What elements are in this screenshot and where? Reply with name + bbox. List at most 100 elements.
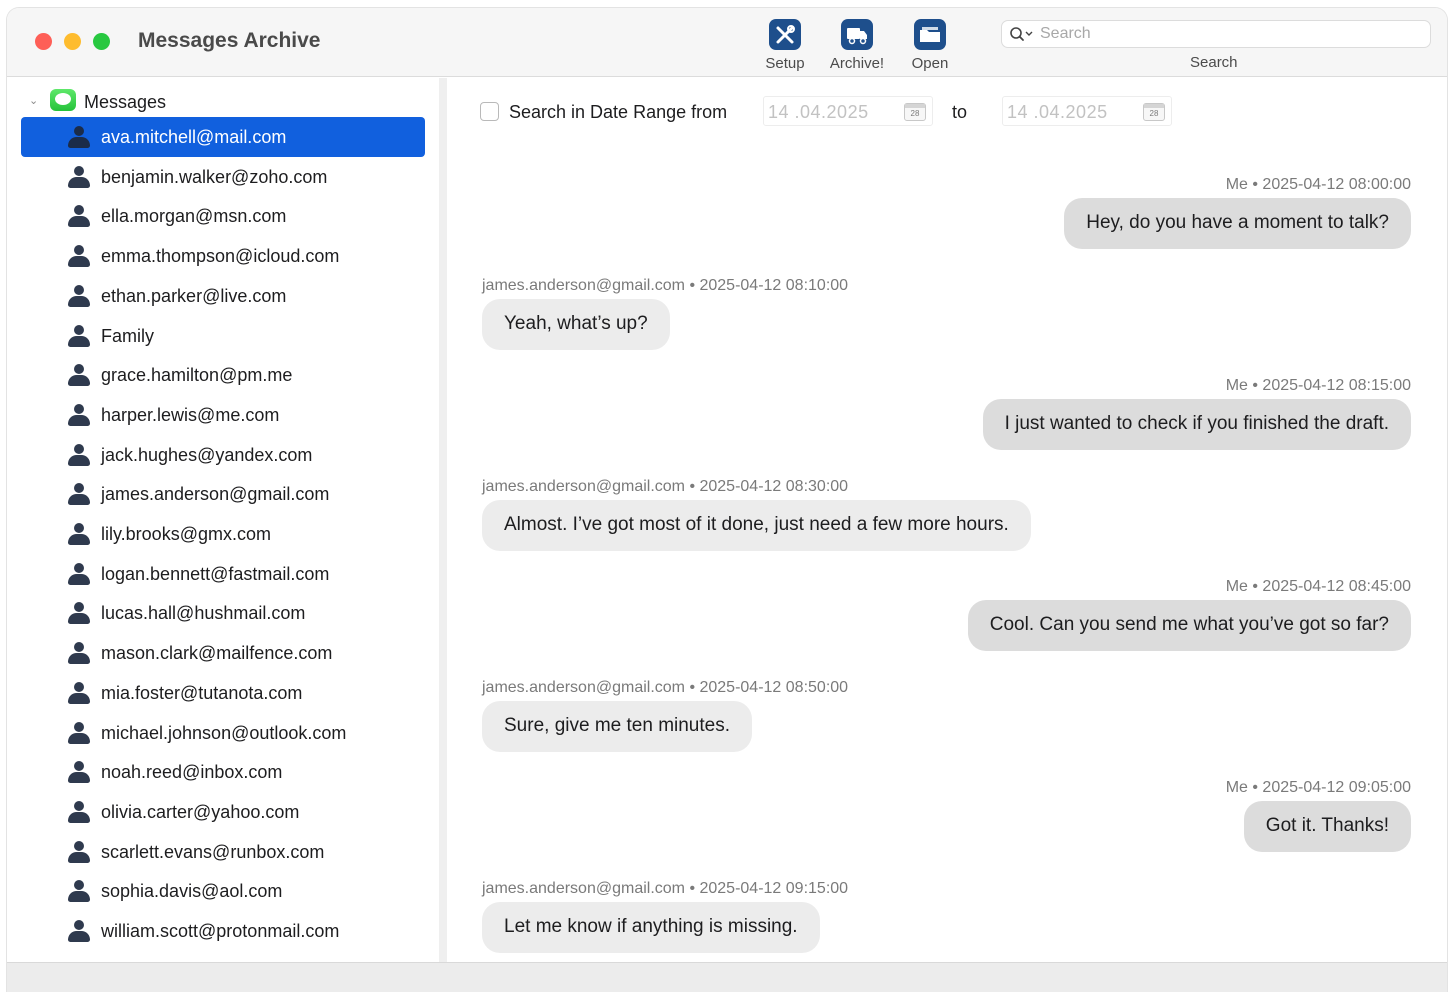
contact-label: ethan.parker@live.com [101,285,287,306]
contact-label: scarlett.evans@runbox.com [101,841,325,862]
sidebar-contact[interactable]: noah.reed@inbox.com [21,752,425,792]
open-button[interactable]: Open [905,19,955,72]
message-row: Me • 2025-04-12 08:00:00 Hey, do you have… [447,158,1447,258]
to-date-input[interactable] [1007,101,1137,123]
message-row: james.anderson@gmail.com • 2025-04-12 08… [447,661,1447,761]
search-input[interactable] [1040,23,1420,45]
message-meta: james.anderson@gmail.com • 2025-04-12 08… [482,678,849,696]
message-bubble[interactable]: Yeah, what’s up? [482,298,670,350]
contact-label: mia.foster@tutanota.com [101,682,303,703]
sidebar-contact[interactable]: benjamin.walker@zoho.com [21,157,425,197]
sidebar-contact[interactable]: james.anderson@gmail.com [21,474,425,514]
contact-label: james.anderson@gmail.com [101,484,330,505]
message-bubble[interactable]: I just wanted to check if you finished t… [982,399,1411,450]
person-icon [67,920,91,944]
sidebar-contact[interactable]: ethan.parker@live.com [21,276,425,316]
message-meta: Me • 2025-04-12 08:00:00 [1225,176,1411,193]
contact-label: lucas.hall@hushmail.com [101,603,306,624]
sidebar-contact[interactable]: grace.hamilton@pm.me [21,355,425,395]
message-bubble[interactable]: Hey, do you have a moment to talk? [1064,198,1411,249]
person-icon [67,523,91,547]
message-row: Me • 2025-04-12 09:05:00 Got it. Thanks! [447,761,1447,861]
sidebar-contact[interactable]: michael.johnson@outlook.com [21,713,425,753]
sidebar-contact[interactable]: jack.hughes@yandex.com [21,435,425,475]
person-icon [67,443,91,468]
person-icon [67,681,91,706]
setup-label: Setup [765,55,805,72]
status-bar [7,962,1447,992]
sidebar-contact[interactable]: emma.thompson@icloud.com [21,236,425,276]
search-field[interactable] [1001,20,1431,48]
to-date-field[interactable]: 28 [1002,96,1172,126]
message-row: Me • 2025-04-12 08:15:00 I just wanted to… [447,359,1447,459]
sidebar-contact[interactable]: mason.clark@mailfence.com [21,633,425,673]
maximize-window-button[interactable] [93,33,110,50]
sidebar-contact[interactable]: logan.bennett@fastmail.com [21,554,425,594]
sidebar-contact[interactable]: mia.foster@tutanota.com [21,673,425,713]
from-date-input[interactable] [768,101,898,123]
setup-button[interactable]: Setup [759,19,811,72]
sidebar-contact[interactable]: lily.brooks@gmx.com [21,514,425,554]
sidebar-contact[interactable]: harper.lewis@me.com [21,395,425,435]
contact-label: olivia.carter@yahoo.com [101,801,300,822]
person-icon [67,642,91,666]
message-row: james.anderson@gmail.com • 2025-04-12 08… [447,460,1447,560]
person-icon [67,602,91,626]
truck-icon [841,19,873,50]
person-icon [67,364,91,388]
contact-label: logan.bennett@fastmail.com [101,563,330,584]
search-caption: Search [1190,54,1238,71]
sidebar-contact[interactable]: lucas.hall@hushmail.com [21,593,425,633]
sidebar-contact[interactable]: sophia.davis@aol.com [21,871,425,911]
sidebar-contact[interactable]: scarlett.evans@runbox.com [21,832,425,872]
person-icon [67,284,91,309]
message-bubble[interactable]: Almost. I’ve got most of it done, just n… [482,499,1031,551]
calendar-icon[interactable]: 28 [904,103,926,121]
message-row: james.anderson@gmail.com • 2025-04-12 08… [447,259,1447,359]
contact-label: grace.hamilton@pm.me [101,365,293,386]
contact-label: harper.lewis@me.com [101,404,280,425]
calendar-icon[interactable]: 28 [1143,103,1165,121]
sidebar-group-messages[interactable]: ⌄ Messages [7,86,439,116]
title-bar: Messages Archive Setup Archive! Open Sea… [7,8,1447,77]
archive-button[interactable]: Archive! [824,19,890,72]
contact-label: ella.morgan@msn.com [101,206,287,227]
sidebar-contact[interactable]: ella.morgan@msn.com [21,196,425,236]
date-range-checkbox[interactable] [480,102,499,121]
contact-label: william.scott@protonmail.com [101,921,340,941]
split-view-divider[interactable] [439,78,447,962]
chevron-down-icon[interactable]: ⌄ [29,94,38,107]
folder-icon [914,19,946,50]
message-meta: Me • 2025-04-12 08:15:00 [1225,377,1411,394]
person-icon [67,721,91,746]
contact-label: sophia.davis@aol.com [101,881,283,902]
message-bubble[interactable]: Let me know if anything is missing. [482,901,820,953]
close-window-button[interactable] [35,33,52,50]
message-bubble[interactable]: Cool. Can you send me what you’ve got so… [967,600,1411,651]
message-row: Me • 2025-04-12 08:45:00 Cool. Can you se… [447,560,1447,660]
person-icon [67,800,91,825]
from-date-field[interactable]: 28 [763,96,933,126]
contact-label: benjamin.walker@zoho.com [101,166,328,187]
minimize-window-button[interactable] [64,33,81,50]
contact-label: ava.mitchell@mail.com [101,127,287,147]
sidebar-contact[interactable]: Family [21,316,425,356]
message-bubble[interactable]: Got it. Thanks! [1243,801,1411,852]
message-bubble[interactable]: Sure, give me ten minutes. [482,700,752,752]
message-meta: james.anderson@gmail.com • 2025-04-12 08… [482,276,849,294]
person-icon [67,126,91,150]
open-label: Open [911,55,949,72]
date-range-label: Search in Date Range from [509,102,728,122]
contact-label: lily.brooks@gmx.com [101,524,271,544]
message-meta: Me • 2025-04-12 08:45:00 [1225,578,1411,595]
person-icon [67,880,91,904]
contact-label: jack.hughes@yandex.com [101,444,313,465]
person-icon [67,840,91,865]
sidebar-contact[interactable]: olivia.carter@yahoo.com [21,792,425,832]
message-meta: james.anderson@gmail.com • 2025-04-12 09… [482,879,849,897]
person-icon [67,483,91,507]
message-meta: james.anderson@gmail.com • 2025-04-12 08… [482,477,849,495]
sidebar-contact[interactable]: ava.mitchell@mail.com [21,117,425,157]
sidebar-contact[interactable]: william.scott@protonmail.com [21,911,425,951]
message-row: james.anderson@gmail.com • 2025-04-12 09… [447,862,1447,962]
